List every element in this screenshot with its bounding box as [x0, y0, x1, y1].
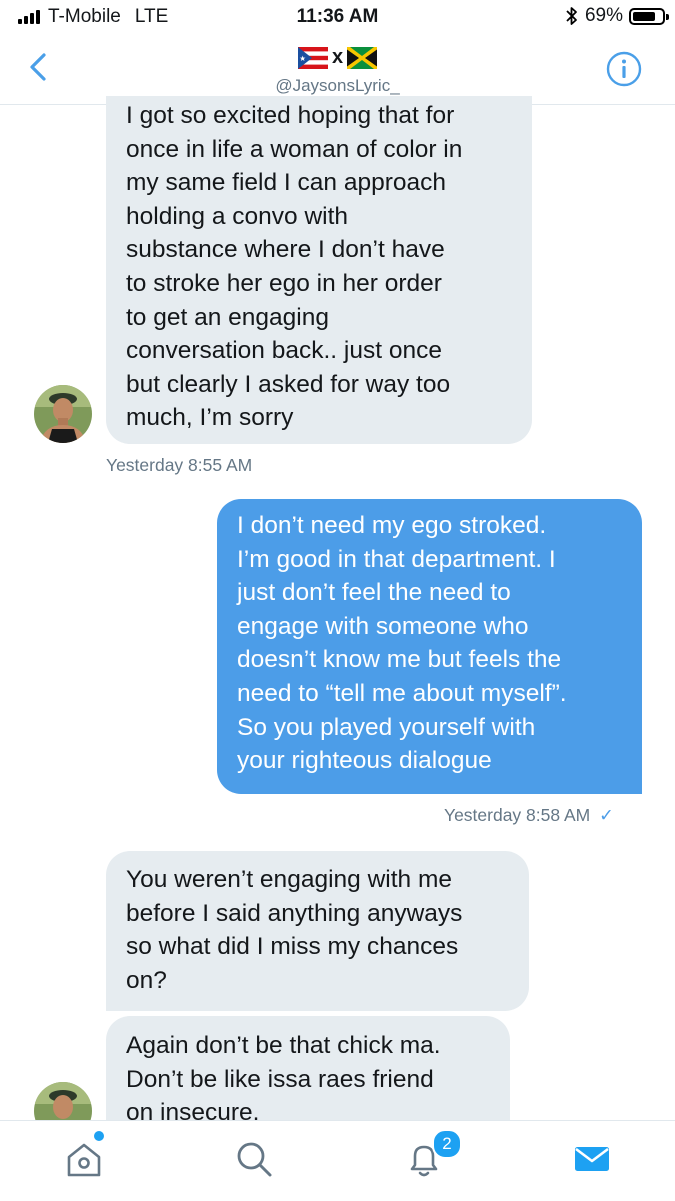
message-line: to stroke her ego in her order: [126, 269, 442, 297]
message-line: engage with someone who: [237, 612, 529, 640]
message-line: So you played yourself with: [237, 713, 536, 741]
message-line: my same field I can approach: [126, 169, 447, 197]
sent-message-bubble[interactable]: I don’t need my ego stroked. I’m good in…: [217, 499, 642, 794]
conversation-header: x @JaysonsLyric_: [0, 36, 675, 105]
search-icon[interactable]: [230, 1135, 278, 1183]
info-icon[interactable]: [605, 50, 643, 88]
bluetooth-icon: [566, 7, 577, 25]
message-line: your righteous dialogue: [237, 747, 492, 775]
sender-avatar[interactable]: [34, 385, 92, 443]
battery-icon: [629, 7, 669, 25]
message-line: I got so excited hoping that for: [126, 102, 455, 129]
message-line: I’m good in that department. I: [237, 545, 556, 573]
message-line: substance where I don’t have: [126, 236, 445, 264]
message-line: I don’t need my ego stroked.: [237, 512, 547, 539]
bottom-tab-bar: 2: [0, 1120, 675, 1201]
message-timestamp: Yesterday 8:58 AM ✓: [444, 805, 614, 826]
flags-separator: x: [331, 46, 344, 68]
message-line: holding a convo with: [126, 202, 349, 230]
message-line: conversation back.. just once: [126, 337, 442, 365]
timestamp-text: Yesterday 8:58 AM: [444, 805, 591, 825]
home-new-indicator: [92, 1129, 106, 1143]
message-line: doesn’t know me but feels the: [237, 646, 562, 674]
avatar-photo: [34, 385, 92, 443]
conversation-handle[interactable]: @JaysonsLyric_: [0, 76, 675, 96]
message-line: before I said anything anyways: [126, 899, 463, 927]
message-line: on?: [126, 966, 167, 994]
message-line: You weren’t engaging with me: [126, 866, 452, 893]
read-checkmark-icon: ✓: [599, 805, 614, 825]
puerto-rico-flag-icon: [297, 46, 328, 69]
message-line: just don’t feel the need to: [237, 579, 511, 607]
battery-percent: 69%: [584, 5, 623, 26]
received-message-bubble[interactable]: You weren’t engaging with me before I sa…: [106, 851, 529, 1011]
message-line: so what did I miss my chances: [126, 933, 459, 961]
message-line: need to “tell me about myself”.: [237, 679, 567, 707]
message-line: but clearly I asked for way too: [126, 370, 451, 398]
received-message-bubble[interactable]: I got so excited hoping that for once in…: [106, 96, 532, 444]
message-line: Again don’t be that chick ma.: [126, 1032, 441, 1059]
message-line: once in life a woman of color in: [126, 135, 463, 163]
status-bar-right: 69%: [565, 5, 669, 27]
message-line: much, I’m sorry: [126, 404, 294, 432]
messages-envelope-icon[interactable]: [568, 1135, 616, 1183]
message-timestamp: Yesterday 8:55 AM: [106, 455, 253, 475]
notifications-badge: 2: [432, 1129, 462, 1159]
message-line: to get an engaging: [126, 303, 329, 331]
jamaica-flag-icon: [347, 46, 378, 69]
flag-emoji-title: x: [0, 46, 675, 69]
status-bar: T-Mobile LTE 11:36 AM 69%: [0, 0, 675, 36]
message-line: Don’t be like issa raes friend: [126, 1065, 434, 1093]
